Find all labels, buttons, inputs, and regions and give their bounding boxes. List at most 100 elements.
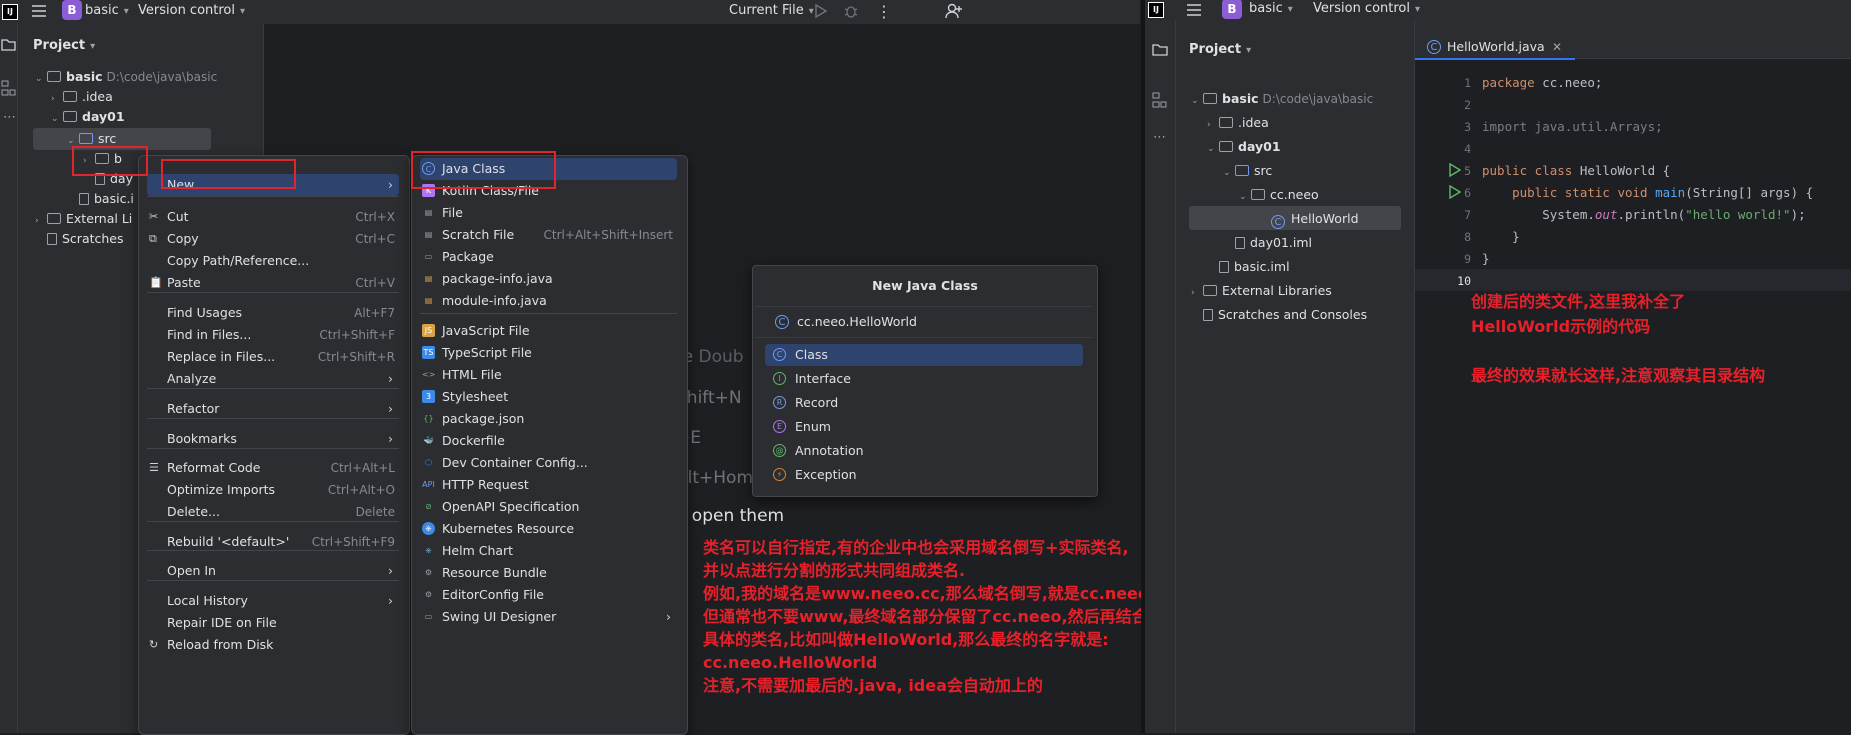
- new-menu-item-html-file[interactable]: <> HTML File: [420, 364, 677, 386]
- tree-item-basic-iml[interactable]: basic.i: [67, 188, 134, 210]
- annotation-note: 例如,我的域名是www.neeo.cc,那么域名倒写,就是cc.neeo.www: [703, 584, 1200, 603]
- project-tool-icon[interactable]: [1, 37, 16, 51]
- kind-option-annotation[interactable]: @ Annotation: [765, 440, 1083, 462]
- new-menu-item-http-request[interactable]: API HTTP Request: [420, 474, 677, 496]
- project-badge[interactable]: B: [1222, 0, 1242, 19]
- tree-item-day01[interactable]: ⌄ day01: [51, 106, 125, 128]
- run-config-selector[interactable]: Current File ▾: [729, 3, 814, 18]
- tree-item-idea[interactable]: › .idea: [51, 86, 113, 108]
- context-menu-item-find-usages[interactable]: Find Usages Alt+F7: [147, 302, 399, 324]
- run-config-label: Current File: [729, 3, 804, 18]
- project-switcher[interactable]: basic ▾: [1249, 1, 1293, 16]
- new-menu-item-package-json[interactable]: {} package.json: [420, 408, 677, 430]
- javascript-icon: JS: [422, 324, 435, 337]
- project-panel-header[interactable]: Project ▾: [1189, 42, 1251, 57]
- context-menu-item-copy[interactable]: ⧉ Copy Ctrl+C: [147, 228, 399, 250]
- context-menu-item-bookmarks[interactable]: Bookmarks ›: [147, 428, 399, 450]
- more-tools-icon[interactable]: ⋯: [3, 110, 16, 125]
- tree-item-day01[interactable]: ⌄ day01: [1207, 136, 1281, 158]
- structure-icon[interactable]: [1152, 92, 1167, 108]
- tree-item-cc-neeo[interactable]: ⌄ cc.neeo: [1239, 184, 1319, 206]
- context-menu-item-local-history[interactable]: Local History ›: [147, 590, 399, 612]
- new-menu-item-file[interactable]: ▤ File: [420, 202, 677, 224]
- context-menu-item-reformat-code[interactable]: ☰ Reformat Code Ctrl+Alt+L: [147, 457, 399, 479]
- kind-class-icon: C: [773, 348, 786, 361]
- context-menu-item-replace-in-files[interactable]: Replace in Files... Ctrl+Shift+R: [147, 346, 399, 368]
- tree-item-day01-iml[interactable]: day01.iml: [1223, 232, 1312, 254]
- main-menu-icon[interactable]: [31, 3, 47, 19]
- library-icon: [47, 213, 61, 224]
- resource-bundle-icon: ⚙: [424, 568, 433, 577]
- context-menu-item-cut[interactable]: ✂ Cut Ctrl+X: [147, 206, 399, 228]
- new-menu-item-swing-ui-designer[interactable]: ▭ Swing UI Designer ›: [420, 606, 677, 628]
- context-menu-item-repair-ide-on-file[interactable]: Repair IDE on File: [147, 612, 399, 634]
- chevron-down-icon: ▾: [808, 6, 814, 17]
- run-gutter-icon[interactable]: [1449, 163, 1461, 177]
- new-menu-item-dev-container-config[interactable]: ⬡ Dev Container Config...: [420, 452, 677, 474]
- class-name-field[interactable]: C cc.neeo.HelloWorld: [755, 306, 1093, 338]
- tree-item-helloworld[interactable]: C HelloWorld: [1271, 208, 1359, 230]
- vcs-widget[interactable]: Version control ▾: [1313, 1, 1420, 16]
- tree-item-idea[interactable]: › .idea: [1207, 112, 1269, 134]
- project-switcher[interactable]: basic ▾: [85, 3, 129, 18]
- new-menu-item-kubernetes-resource[interactable]: ⎈ Kubernetes Resource: [420, 518, 677, 540]
- kind-option-record[interactable]: R Record: [765, 392, 1083, 414]
- project-panel-header[interactable]: Project ▾: [33, 38, 95, 53]
- structure-icon[interactable]: [1, 80, 16, 96]
- code-token: );: [1790, 207, 1806, 222]
- debug-icon[interactable]: [843, 3, 859, 19]
- more-options-icon[interactable]: ⋮: [876, 2, 892, 21]
- context-menu-item-optimize-imports[interactable]: Optimize Imports Ctrl+Alt+O: [147, 479, 399, 501]
- context-menu-item-find-in-files[interactable]: Find in Files... Ctrl+Shift+F: [147, 324, 399, 346]
- main-menu-icon[interactable]: [1186, 2, 1202, 18]
- tree-item-basic[interactable]: ⌄ basic D:\code\java\basic: [1191, 88, 1373, 110]
- tree-item-src[interactable]: ⌄ src: [1223, 160, 1272, 182]
- tree-item-scratches[interactable]: Scratches and Consoles: [1191, 304, 1367, 326]
- project-badge[interactable]: B: [62, 0, 82, 20]
- new-menu-item-helm-chart[interactable]: ⎈ Helm Chart: [420, 540, 677, 562]
- tree-item-external-libraries[interactable]: › External Libraries: [1191, 280, 1332, 302]
- editor-tab-helloworld[interactable]: C HelloWorld.java ✕: [1415, 38, 1575, 60]
- add-user-icon[interactable]: [945, 2, 963, 20]
- tree-item-basic[interactable]: ⌄ basic D:\code\java\basic: [35, 66, 217, 88]
- project-tool-icon[interactable]: [1152, 42, 1168, 56]
- new-menu-item-openapi-specification[interactable]: ⊘ OpenAPI Specification: [420, 496, 677, 518]
- new-menu-item-editorconfig-file[interactable]: ⚙ EditorConfig File: [420, 584, 677, 606]
- close-icon[interactable]: ✕: [1552, 38, 1562, 56]
- context-menu-item-reload-from-disk[interactable]: ↻ Reload from Disk: [147, 634, 399, 656]
- vcs-widget[interactable]: Version control ▾: [138, 3, 245, 18]
- context-menu-item-copy-path-reference[interactable]: Copy Path/Reference...: [147, 250, 399, 272]
- context-menu-item-refactor[interactable]: Refactor ›: [147, 398, 399, 420]
- tree-label: basic.iml: [1234, 259, 1290, 274]
- more-tools-icon[interactable]: ⋯: [1153, 130, 1166, 145]
- menu-item-label: Reformat Code: [167, 460, 261, 475]
- class-name-input[interactable]: cc.neeo.HelloWorld: [797, 314, 917, 329]
- menu-item-shortcut: Ctrl+Shift+R: [317, 350, 395, 364]
- new-menu-item-package-info-java[interactable]: ▤ package-info.java: [420, 268, 677, 290]
- code-line-7: System.out.println("hello world!");: [1482, 207, 1806, 222]
- context-menu-item-open-in[interactable]: Open In ›: [147, 560, 399, 582]
- run-icon[interactable]: [814, 3, 828, 19]
- kind-option-exception[interactable]: ⚡ Exception: [765, 464, 1083, 486]
- context-menu-item-delete[interactable]: Delete... Delete: [147, 501, 399, 523]
- tree-item-basic-iml[interactable]: basic.iml: [1207, 256, 1290, 278]
- kind-option-enum[interactable]: E Enum: [765, 416, 1083, 438]
- kind-option-interface[interactable]: I Interface: [765, 368, 1083, 390]
- run-gutter-icon[interactable]: [1449, 185, 1461, 199]
- new-menu-item-dockerfile[interactable]: 🐳 Dockerfile: [420, 430, 677, 452]
- tree-item-external-libraries[interactable]: › External Li: [35, 208, 132, 230]
- context-menu-item-paste[interactable]: 📋 Paste Ctrl+V: [147, 272, 399, 294]
- tree-item-scratches[interactable]: Scratches: [35, 228, 124, 250]
- context-menu-item-analyze[interactable]: Analyze ›: [147, 368, 399, 390]
- new-menu-item-resource-bundle[interactable]: ⚙ Resource Bundle: [420, 562, 677, 584]
- tree-path: D:\code\java\basic: [1262, 92, 1374, 106]
- new-menu-item-scratch-file[interactable]: ▤ Scratch File Ctrl+Alt+Shift+Insert: [420, 224, 677, 246]
- menu-separator: [420, 313, 677, 314]
- new-menu-item-stylesheet[interactable]: 3 Stylesheet: [420, 386, 677, 408]
- new-menu-item-module-info-java[interactable]: ▤ module-info.java: [420, 290, 677, 312]
- new-menu-item-javascript-file[interactable]: JS JavaScript File: [420, 320, 677, 342]
- dialog-title: New Java Class: [872, 278, 978, 293]
- kind-option-class[interactable]: C Class: [765, 344, 1083, 366]
- new-menu-item-typescript-file[interactable]: TS TypeScript File: [420, 342, 677, 364]
- new-menu-item-package[interactable]: ▭ Package: [420, 246, 677, 268]
